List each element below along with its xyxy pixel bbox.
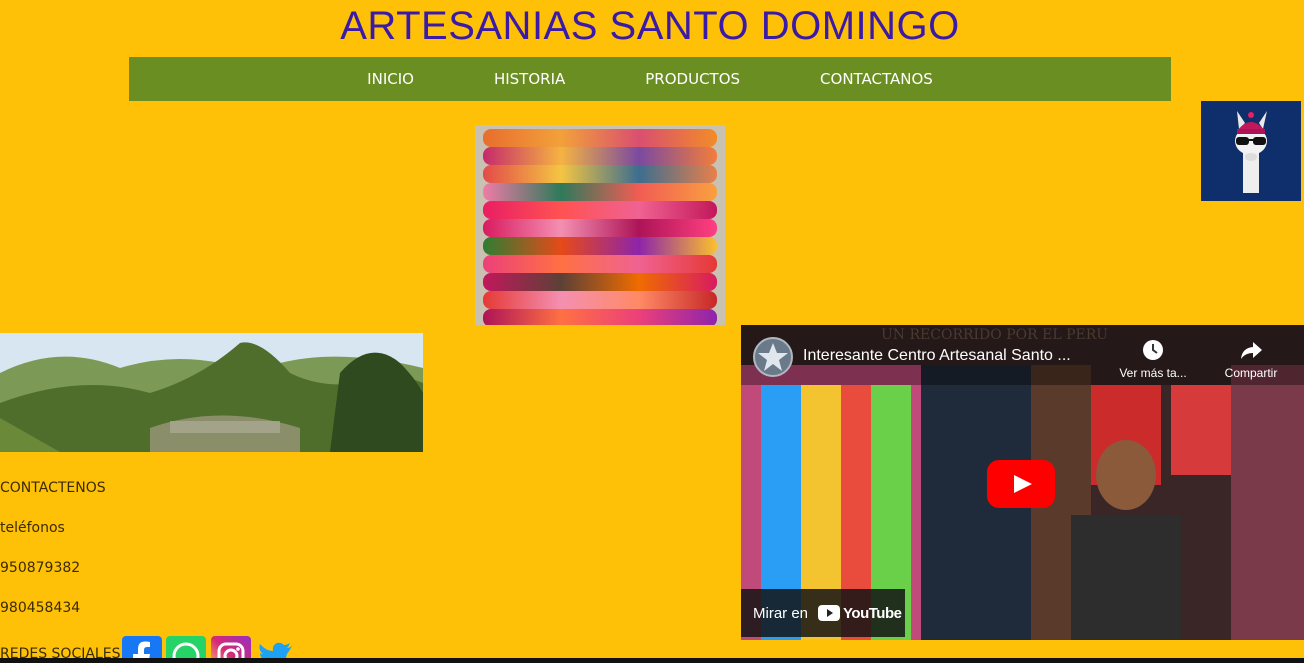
phones-label: teléfonos — [0, 520, 65, 536]
nav-inicio[interactable]: INICIO — [367, 70, 414, 88]
nav-productos[interactable]: PRODUCTOS — [645, 70, 740, 88]
share-label: Compartir — [1224, 366, 1278, 380]
share-icon — [1241, 342, 1262, 359]
watch-later-button[interactable]: Ver más ta... — [1113, 337, 1193, 380]
blankets-image — [475, 125, 725, 325]
youtube-video-embed[interactable]: UN RECORRIDO POR EL PERU Interesante Cen… — [741, 325, 1304, 640]
site-title: ARTESANIAS SANTO DOMINGO — [340, 4, 960, 48]
watch-later-label: Ver más ta... — [1119, 366, 1187, 380]
main-nav: INICIO HISTORIA PRODUCTOS CONTACTANOS — [129, 57, 1171, 101]
llama-mascot-image — [1201, 101, 1301, 201]
nav-historia[interactable]: HISTORIA — [494, 70, 565, 88]
phone-number-1: 950879382 — [0, 560, 81, 576]
share-button[interactable]: Compartir — [1211, 337, 1291, 380]
watch-on-label: Mirar en — [753, 604, 809, 622]
play-icon — [1014, 475, 1032, 493]
machu-picchu-image — [0, 333, 423, 452]
video-overlay-text: UN RECORRIDO POR EL PERU — [881, 327, 1109, 343]
watch-on-youtube-button[interactable]: Mirar en YouTube — [741, 589, 905, 637]
youtube-label: YouTube — [843, 604, 902, 622]
contact-heading: CONTACTENOS — [0, 480, 106, 496]
youtube-logo: YouTube — [818, 604, 902, 622]
youtube-icon — [818, 605, 841, 621]
clock-icon — [1143, 340, 1163, 360]
channel-avatar[interactable] — [753, 337, 793, 377]
nav-contactanos[interactable]: CONTACTANOS — [820, 70, 933, 88]
bottom-bar — [0, 658, 1304, 663]
play-button[interactable] — [987, 460, 1055, 508]
video-title[interactable]: Interesante Centro Artesanal Santo ... — [803, 347, 1071, 365]
phone-number-2: 980458434 — [0, 600, 81, 616]
